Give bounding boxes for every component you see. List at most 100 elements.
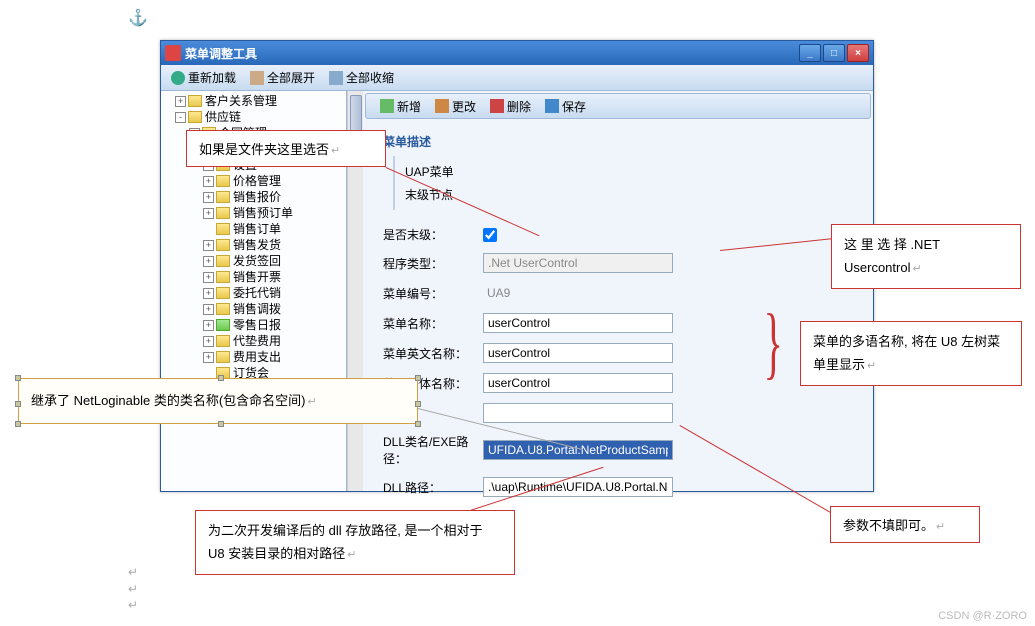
tree-node[interactable]: +销售开票: [163, 269, 344, 285]
folder-icon: [188, 111, 202, 123]
is-leaf-label: 是否末级：: [383, 226, 483, 243]
folder-icon: [216, 351, 230, 363]
section-title: 菜单描述: [383, 133, 853, 150]
expand-icon[interactable]: +: [203, 272, 214, 283]
add-icon: [380, 99, 394, 113]
tree-node[interactable]: + 发货签回: [163, 253, 344, 269]
add-button[interactable]: 新增: [374, 96, 427, 117]
expand-icon[interactable]: +: [203, 304, 214, 315]
expand-icon[interactable]: +: [203, 208, 214, 219]
tree-node[interactable]: + 零售日报: [163, 317, 344, 333]
folder-icon: [216, 207, 230, 219]
tree-label: 销售预订单: [233, 205, 293, 221]
main-window: 菜单调整工具 _ □ × 重新加载 全部展开 全部收缩 +客户关系管理-供应链+…: [160, 40, 874, 492]
close-button[interactable]: ×: [847, 44, 869, 62]
tree-label: 费用支出: [233, 349, 281, 365]
app-icon: [165, 45, 181, 61]
expand-icon[interactable]: +: [203, 288, 214, 299]
collapse-all-button[interactable]: 全部收缩: [323, 67, 400, 88]
maximize-button[interactable]: □: [823, 44, 845, 62]
expand-icon[interactable]: +: [175, 96, 186, 107]
tree-node[interactable]: + 销售调拨: [163, 301, 344, 317]
tree-node[interactable]: +委托代销: [163, 285, 344, 301]
folder-icon: [188, 95, 202, 107]
para-mark: ↵: [128, 565, 138, 579]
tree-label: 供应链: [205, 109, 241, 125]
expand-icon[interactable]: +: [203, 352, 214, 363]
tree-label: 零售日报: [233, 317, 281, 333]
tree-label: 价格管理: [233, 173, 281, 189]
menu-en-input[interactable]: [483, 343, 673, 363]
tree-node[interactable]: + 价格管理: [163, 173, 344, 189]
tree-label: 销售发货: [233, 237, 281, 253]
menu-no-label: 菜单编号：: [383, 285, 483, 302]
folder-icon: [216, 223, 230, 235]
callout-path: 为二次开发编译后的 dll 存放路径, 是一个相对于 U8 安装目录的相对路径↵: [195, 510, 515, 575]
menu-name-label: 菜单名称：: [383, 315, 483, 332]
menu-name-input[interactable]: [483, 313, 673, 333]
menu-en-label: 菜单英文名称：: [383, 345, 483, 362]
is-leaf-checkbox[interactable]: [483, 228, 497, 242]
collapse-icon: [329, 71, 343, 85]
tree-label: 发货签回: [233, 253, 281, 269]
dll-class-input[interactable]: [483, 440, 673, 460]
expand-icon[interactable]: +: [203, 240, 214, 251]
expand-icon[interactable]: +: [203, 176, 214, 187]
folder-icon: [216, 239, 230, 251]
save-icon: [545, 99, 559, 113]
reload-icon: [171, 71, 185, 85]
tree-node[interactable]: +代垫费用: [163, 333, 344, 349]
folder-icon: [216, 335, 230, 347]
expand-icon[interactable]: +: [203, 256, 214, 267]
titlebar: 菜单调整工具 _ □ ×: [161, 41, 873, 65]
tree-node[interactable]: 销售订单: [163, 221, 344, 237]
sub-toolbar: 新增 更改 删除 保存: [365, 93, 871, 119]
params-input[interactable]: [483, 403, 673, 423]
dll-path-label: DLL路径：: [383, 479, 483, 496]
expand-icon[interactable]: +: [203, 192, 214, 203]
tree-label: 销售调拨: [233, 301, 281, 317]
dll-path-input[interactable]: [483, 477, 673, 497]
tree-label: 销售报价: [233, 189, 281, 205]
section-item: 末级节点: [405, 183, 843, 206]
callout-params: 参数不填即可。↵: [830, 506, 980, 543]
folder-icon: [216, 303, 230, 315]
tree-node[interactable]: + 客户关系管理: [163, 93, 344, 109]
tree-node[interactable]: + 销售发货: [163, 237, 344, 253]
callout-net: 这 里 选 择 .NET Usercontrol↵: [831, 224, 1021, 289]
section-item: UAP菜单: [405, 160, 843, 183]
callout-names: 菜单的多语名称, 将在 U8 左树菜单里显示↵: [800, 321, 1022, 386]
credit-text: CSDN @R·ZORO: [938, 610, 1027, 622]
para-mark: ↵: [128, 598, 138, 612]
tree-label: 销售订单: [233, 221, 281, 237]
folder-icon: [216, 255, 230, 267]
brace-icon: }: [764, 298, 783, 389]
scroll-thumb[interactable]: [350, 95, 362, 135]
edit-icon: [435, 99, 449, 113]
folder-icon: [216, 175, 230, 187]
save-button[interactable]: 保存: [539, 96, 592, 117]
tree-node[interactable]: + 销售报价: [163, 189, 344, 205]
edit-button[interactable]: 更改: [429, 96, 482, 117]
dll-class-label: DLL类名/EXE路径：: [383, 433, 483, 467]
reload-button[interactable]: 重新加载: [165, 67, 242, 88]
collapse-icon[interactable]: -: [175, 112, 186, 123]
minimize-button[interactable]: _: [799, 44, 821, 62]
tree-node[interactable]: + 费用支出: [163, 349, 344, 365]
folder-icon: [216, 319, 230, 331]
main-toolbar: 重新加载 全部展开 全部收缩: [161, 65, 873, 91]
folder-icon: [216, 191, 230, 203]
expand-icon[interactable]: +: [203, 336, 214, 347]
expand-icon[interactable]: +: [203, 320, 214, 331]
folder-icon: [216, 271, 230, 283]
tree-node[interactable]: + 销售预订单: [163, 205, 344, 221]
menu-tc-input[interactable]: [483, 373, 673, 393]
delete-button[interactable]: 删除: [484, 96, 537, 117]
folder-icon: [216, 287, 230, 299]
expand-icon: [250, 71, 264, 85]
expand-all-button[interactable]: 全部展开: [244, 67, 321, 88]
window-title: 菜单调整工具: [185, 45, 797, 62]
prog-type-input[interactable]: [483, 253, 673, 273]
tree-label: 客户关系管理: [205, 93, 277, 109]
tree-node[interactable]: - 供应链: [163, 109, 344, 125]
